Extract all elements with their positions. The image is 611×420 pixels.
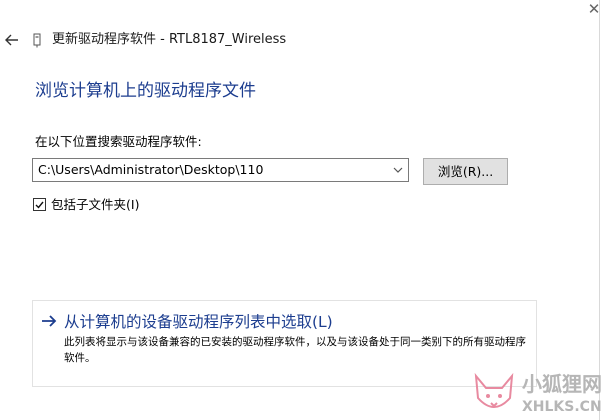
checkmark-icon [35, 201, 44, 209]
back-arrow-icon [5, 34, 18, 46]
include-subfolders-checkbox[interactable] [33, 198, 46, 211]
pick-from-list-description: 此列表将显示与该设备兼容的已安装的驱动程序软件，以及与该设备处于同一类别下的所有… [64, 336, 526, 364]
right-arrow-icon [42, 315, 57, 327]
back-button[interactable] [2, 30, 22, 50]
path-dropdown-button[interactable] [391, 163, 405, 177]
driver-path-input[interactable]: C:\Users\Administrator\Desktop\110 [32, 158, 409, 182]
watermark-text: 小狐狸网 [522, 372, 602, 396]
browse-button[interactable]: 浏览(R)... [423, 158, 508, 185]
device-icon [33, 33, 41, 48]
watermark-url: XHLKS.CN [522, 399, 602, 415]
pick-from-list-title[interactable]: 从计算机的设备驱动程序列表中选取(L) [64, 312, 333, 332]
close-button[interactable]: ✕ [585, 0, 603, 18]
chevron-down-icon [393, 167, 403, 173]
page-heading: 浏览计算机上的驱动程序文件 [35, 81, 256, 101]
search-location-label: 在以下位置搜索驱动程序软件: [35, 134, 202, 149]
fox-logo-icon [474, 372, 514, 408]
include-subfolders-label[interactable]: 包括子文件夹(I) [51, 197, 139, 213]
close-icon: ✕ [587, 0, 601, 18]
window-title: 更新驱动程序软件 - RTL8187_Wireless [52, 32, 287, 47]
driver-path-value: C:\Users\Administrator\Desktop\110 [38, 162, 264, 177]
window-edge-divider [599, 0, 600, 420]
